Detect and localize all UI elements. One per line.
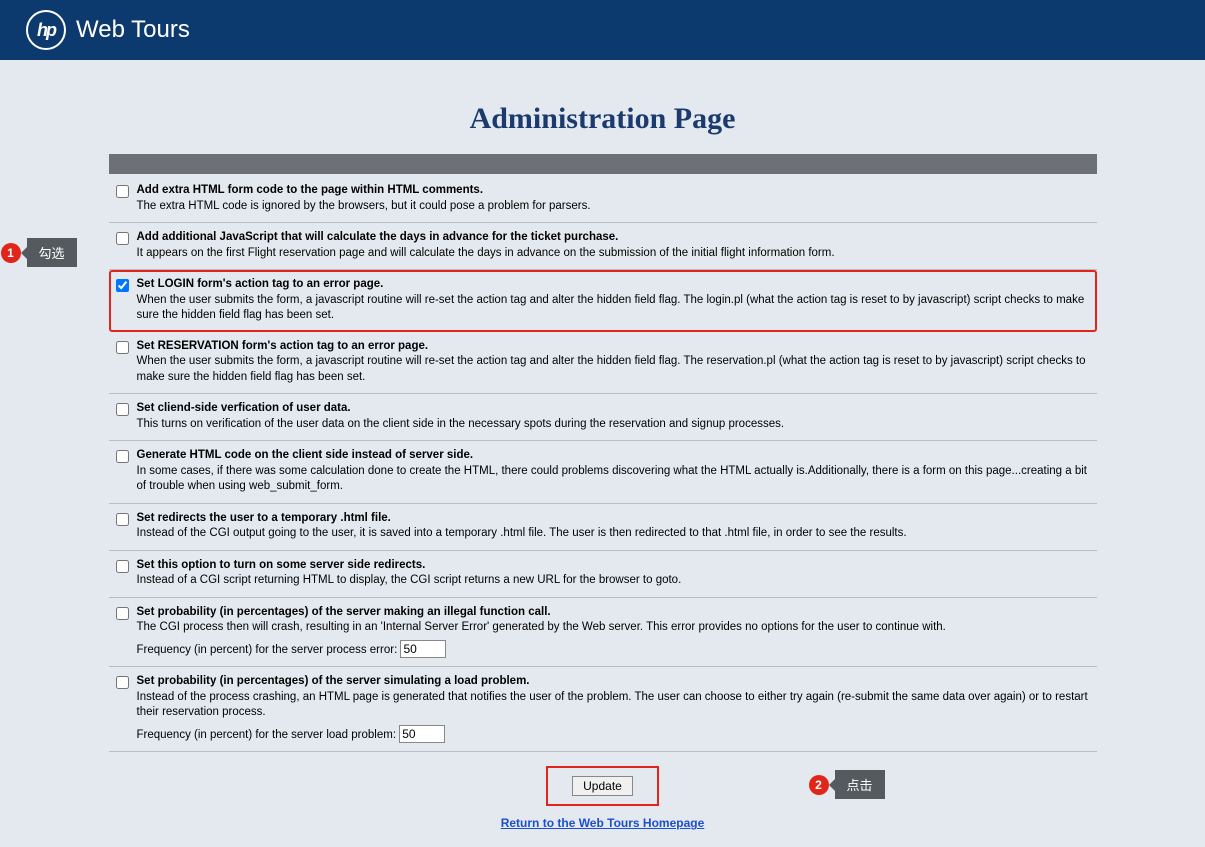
option-row: Set redirects the user to a temporary .h…	[109, 504, 1097, 551]
return-homepage-link[interactable]: Return to the Web Tours Homepage	[109, 816, 1097, 830]
frequency-label: Frequency (in percent) for the server lo…	[137, 729, 400, 741]
option-title: Set LOGIN form's action tag to an error …	[137, 277, 1093, 293]
option-desc: Instead of the process crashing, an HTML…	[137, 690, 1093, 721]
annotation-badge-icon: 2	[809, 775, 829, 795]
option-checkbox[interactable]	[116, 341, 129, 354]
option-desc: Instead of the CGI output going to the u…	[137, 526, 907, 542]
option-body: Set RESERVATION form's action tag to an …	[137, 339, 1093, 386]
frequency-input[interactable]	[400, 640, 446, 658]
option-title: Add additional JavaScript that will calc…	[137, 230, 835, 246]
option-desc: In some cases, if there was some calcula…	[137, 464, 1093, 495]
option-desc: When the user submits the form, a javasc…	[137, 354, 1093, 385]
option-title: Set this option to turn on some server s…	[137, 558, 682, 574]
option-body: Generate HTML code on the client side in…	[137, 448, 1093, 495]
option-title: Set RESERVATION form's action tag to an …	[137, 339, 1093, 355]
option-row: Generate HTML code on the client side in…	[109, 441, 1097, 504]
option-row: Set probability (in percentages) of the …	[109, 667, 1097, 752]
annotation-label: 点击	[835, 770, 885, 799]
option-body: Set LOGIN form's action tag to an error …	[137, 277, 1093, 324]
option-checkbox[interactable]	[116, 232, 129, 245]
option-body: Set cliend-side verfication of user data…	[137, 401, 785, 432]
option-title: Set cliend-side verfication of user data…	[137, 401, 785, 417]
option-checkbox[interactable]	[116, 450, 129, 463]
frequency-row: Frequency (in percent) for the server pr…	[137, 640, 946, 659]
option-body: Set probability (in percentages) of the …	[137, 605, 946, 659]
option-title: Generate HTML code on the client side in…	[137, 448, 1093, 464]
option-checkbox[interactable]	[116, 279, 129, 292]
option-row: Set probability (in percentages) of the …	[109, 598, 1097, 668]
option-checkbox[interactable]	[116, 560, 129, 573]
option-desc: This turns on verification of the user d…	[137, 417, 785, 433]
option-checkbox[interactable]	[116, 607, 129, 620]
option-checkbox[interactable]	[116, 513, 129, 526]
option-title: Set probability (in percentages) of the …	[137, 605, 946, 621]
admin-form: Add extra HTML form code to the page wit…	[109, 154, 1097, 830]
footer-area: Update 2 点击 Return to the Web Tours Home…	[109, 766, 1097, 830]
option-row: Set this option to turn on some server s…	[109, 551, 1097, 598]
update-button[interactable]: Update	[572, 776, 633, 796]
brand-name: Web Tours	[76, 16, 190, 44]
option-body: Set redirects the user to a temporary .h…	[137, 511, 907, 542]
frequency-input[interactable]	[399, 725, 445, 743]
option-checkbox[interactable]	[116, 403, 129, 416]
option-title: Add extra HTML form code to the page wit…	[137, 183, 591, 199]
option-body: Add additional JavaScript that will calc…	[137, 230, 835, 261]
option-body: Set probability (in percentages) of the …	[137, 674, 1093, 743]
option-row: Add extra HTML form code to the page wit…	[109, 176, 1097, 223]
option-row: Set cliend-side verfication of user data…	[109, 394, 1097, 441]
frequency-label: Frequency (in percent) for the server pr…	[137, 644, 401, 656]
frequency-row: Frequency (in percent) for the server lo…	[137, 725, 1093, 744]
update-highlight-box: Update	[546, 766, 659, 806]
option-body: Add extra HTML form code to the page wit…	[137, 183, 591, 214]
option-row: Set RESERVATION form's action tag to an …	[109, 332, 1097, 395]
app-header: hp Web Tours	[0, 0, 1205, 60]
section-bar	[109, 154, 1097, 174]
annotation-badge-icon: 1	[1, 243, 21, 263]
option-title: Set redirects the user to a temporary .h…	[137, 511, 907, 527]
option-title: Set probability (in percentages) of the …	[137, 674, 1093, 690]
option-desc: When the user submits the form, a javasc…	[137, 293, 1093, 324]
option-checkbox[interactable]	[116, 185, 129, 198]
option-desc: Instead of a CGI script returning HTML t…	[137, 573, 682, 589]
hp-logo-icon: hp	[26, 10, 66, 50]
option-checkbox[interactable]	[116, 676, 129, 689]
page-title: Administration Page	[0, 102, 1205, 136]
annotation-label: 勾选	[27, 238, 77, 267]
option-row: Set LOGIN form's action tag to an error …	[109, 270, 1097, 332]
annotation-2: 2 点击	[809, 770, 885, 799]
option-desc: The CGI process then will crash, resulti…	[137, 620, 946, 636]
option-body: Set this option to turn on some server s…	[137, 558, 682, 589]
option-desc: It appears on the first Flight reservati…	[137, 246, 835, 262]
option-desc: The extra HTML code is ignored by the br…	[137, 199, 591, 215]
option-row: Add additional JavaScript that will calc…	[109, 223, 1097, 270]
annotation-1: 1 勾选	[1, 238, 77, 267]
